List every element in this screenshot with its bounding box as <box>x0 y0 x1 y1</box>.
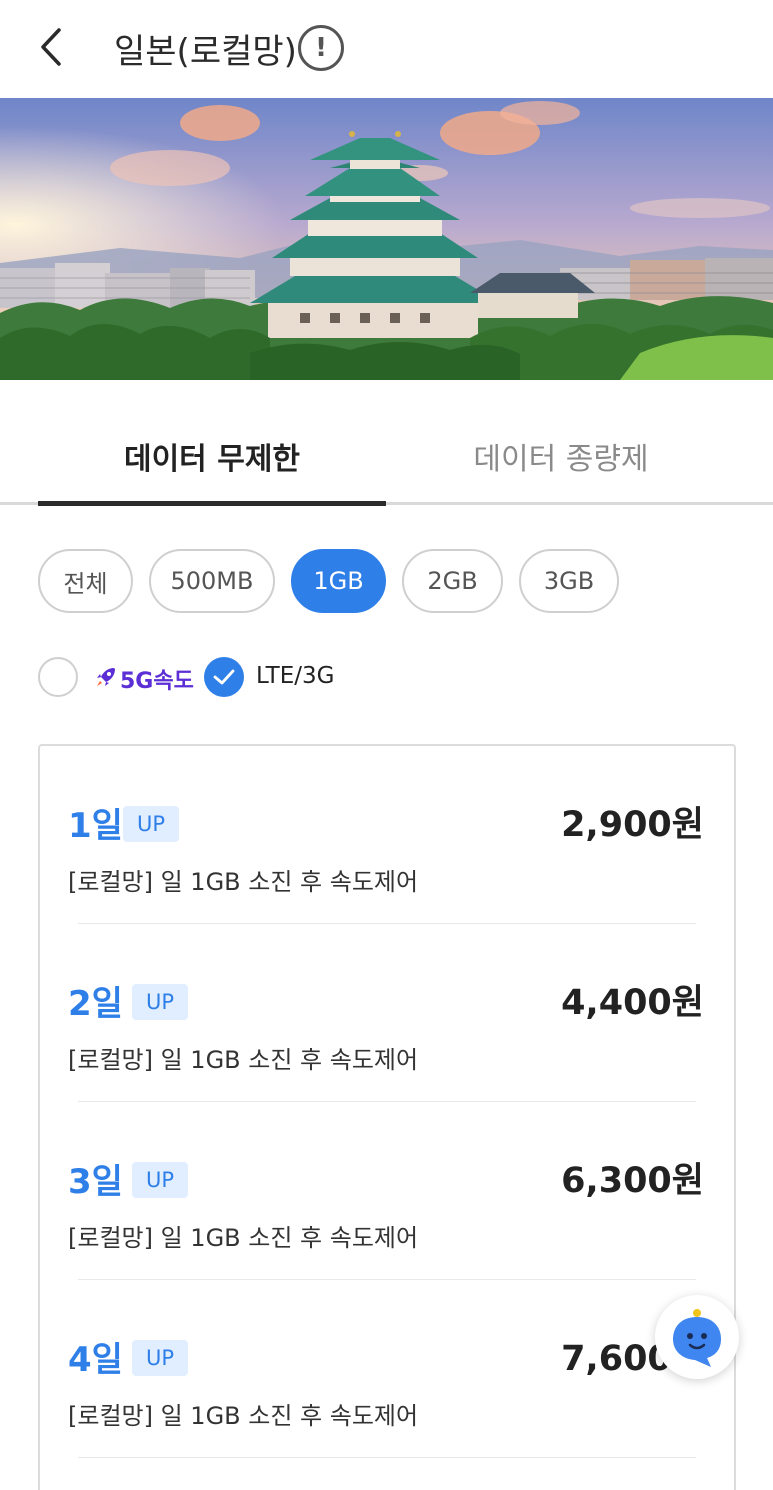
chevron-left-icon <box>41 28 61 66</box>
plan-price: 6,300원 <box>561 1161 704 1201</box>
up-badge: UP <box>132 1162 189 1198</box>
tab-unlimited-data[interactable]: 데이터 무제한 <box>38 434 386 478</box>
plan-description: [로컬망] 일 1GB 소진 후 속도제어 <box>68 1046 419 1074</box>
plan-description: [로컬망] 일 1GB 소진 후 속도제어 <box>68 1224 419 1252</box>
plan-days: 1일 <box>68 806 123 846</box>
check-icon <box>213 669 235 685</box>
rocket-icon <box>97 668 115 686</box>
plan-description: [로컬망] 일 1GB 소진 후 속도제어 <box>68 1402 419 1430</box>
five-g-label: 5G속도 <box>120 669 194 694</box>
page-title: 일본(로컬망) <box>114 32 297 72</box>
lte-label: LTE/3G <box>256 663 335 689</box>
plan-price: 2,900원 <box>561 805 704 845</box>
five-g-checkbox[interactable] <box>38 657 78 697</box>
plan-type-tabs: 데이터 무제한 데이터 종량제 <box>0 404 773 506</box>
plan-item[interactable]: 4일 UP 7,600원 [로컬망] 일 1GB 소진 후 속도제어 <box>40 1280 734 1458</box>
lte-checkbox[interactable] <box>204 657 244 697</box>
plan-days: 4일 <box>68 1340 123 1380</box>
plan-item[interactable]: 2일 UP 4,400원 [로컬망] 일 1GB 소진 후 속도제어 <box>40 924 734 1102</box>
tab-metered-data[interactable]: 데이터 종량제 <box>386 434 736 478</box>
up-badge: UP <box>132 984 189 1020</box>
plan-item[interactable]: 3일 UP 6,300원 [로컬망] 일 1GB 소진 후 속도제어 <box>40 1102 734 1280</box>
chip-all[interactable]: 전체 <box>38 549 133 613</box>
chip-500mb[interactable]: 500MB <box>149 549 275 613</box>
up-badge: UP <box>132 1340 189 1376</box>
info-button[interactable]: ! <box>298 25 344 71</box>
chatbot-button[interactable] <box>655 1295 739 1379</box>
plan-item[interactable]: 1일 UP 2,900원 [로컬망] 일 1GB 소진 후 속도제어 <box>40 746 734 924</box>
plan-price: 4,400원 <box>561 983 704 1023</box>
plan-days: 2일 <box>68 984 123 1024</box>
plan-list: 1일 UP 2,900원 [로컬망] 일 1GB 소진 후 속도제어 2일 UP… <box>38 744 736 1490</box>
back-button[interactable] <box>28 22 72 72</box>
tab-active-indicator <box>38 501 386 506</box>
app-header: 일본(로컬망) ! <box>0 0 773 98</box>
plan-divider <box>78 1457 696 1458</box>
plan-description: [로컬망] 일 1GB 소진 후 속도제어 <box>68 868 419 896</box>
network-filters: 5G속도 LTE/3G <box>38 657 438 699</box>
plan-days: 3일 <box>68 1162 123 1202</box>
chip-2gb[interactable]: 2GB <box>402 549 503 613</box>
info-circle-icon: ! <box>315 33 327 63</box>
chip-1gb[interactable]: 1GB <box>291 549 386 613</box>
up-badge: UP <box>123 806 180 842</box>
hero-image <box>0 98 773 380</box>
chip-3gb[interactable]: 3GB <box>519 549 619 613</box>
chatbot-icon <box>673 1309 721 1367</box>
